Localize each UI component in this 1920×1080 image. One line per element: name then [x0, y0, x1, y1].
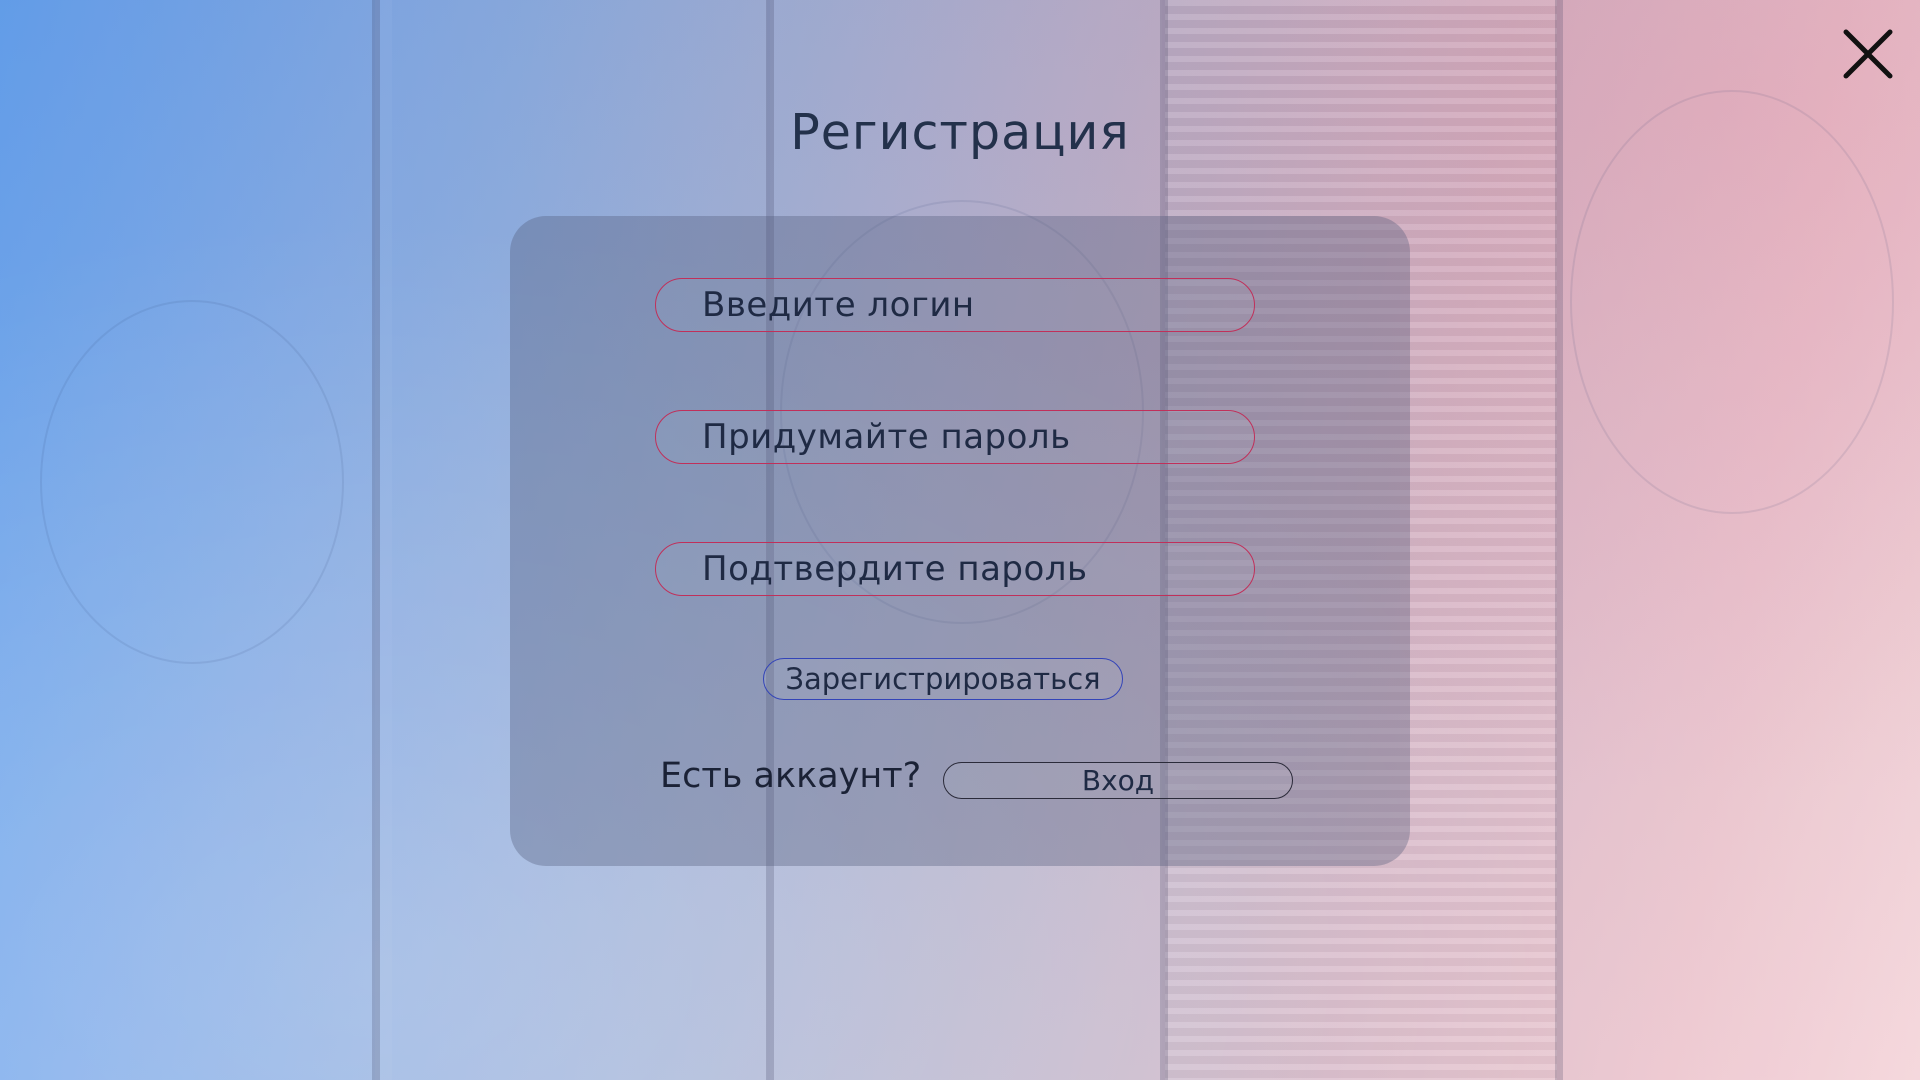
background-illustration	[40, 300, 344, 664]
background-divider	[1555, 0, 1563, 1080]
close-button[interactable]	[1842, 28, 1894, 80]
password-field[interactable]	[655, 410, 1255, 464]
confirm-password-field[interactable]	[655, 542, 1255, 596]
password-input[interactable]	[702, 417, 1254, 457]
login-input[interactable]	[702, 285, 1254, 325]
sign-in-button[interactable]: Вход	[943, 762, 1293, 799]
has-account-label: Есть аккаунт?	[660, 756, 922, 796]
confirm-password-input[interactable]	[702, 549, 1254, 589]
register-button[interactable]: Зарегистрироваться	[763, 658, 1123, 700]
login-field[interactable]	[655, 278, 1255, 332]
background-divider	[372, 0, 380, 1080]
registration-screen: Регистрация Зарегистрироваться Есть акка…	[0, 0, 1920, 1080]
close-icon	[1843, 29, 1893, 79]
page-title: Регистрация	[790, 104, 1130, 161]
